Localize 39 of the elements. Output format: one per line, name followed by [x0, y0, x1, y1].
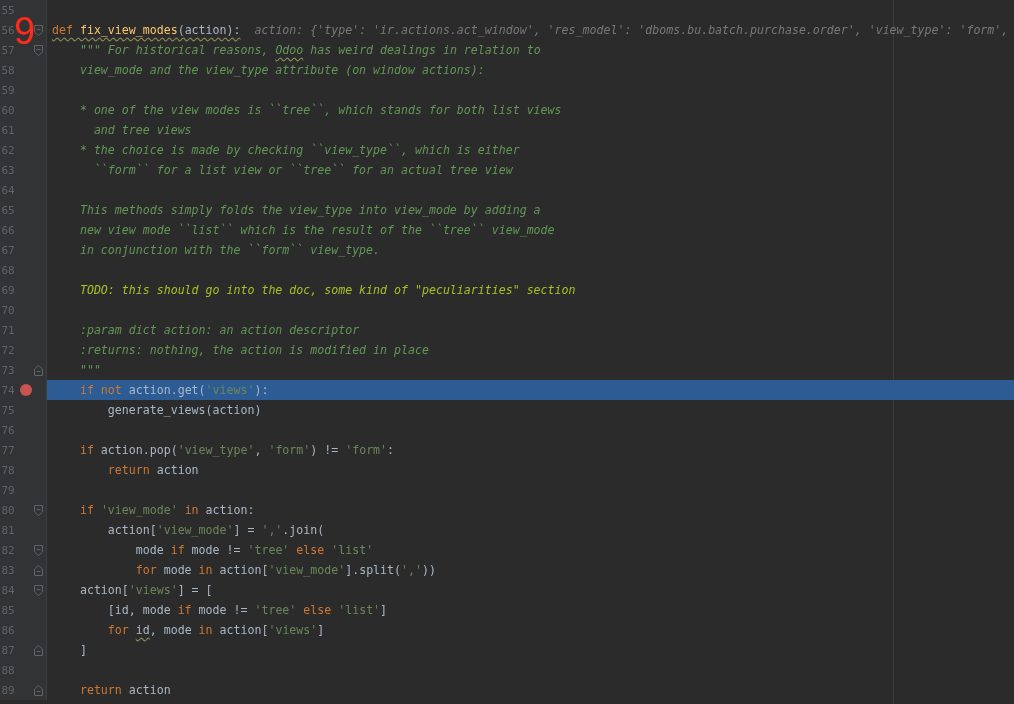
code-line: if not action.get('views'): [78, 383, 269, 397]
code-line: for id, mode in action['views'] [106, 623, 325, 637]
code-line: ] [78, 643, 87, 657]
code-line: :returns: nothing, the action is modified in place [78, 343, 429, 357]
code-line: ``form`` for a list view or ``tree`` for an actual tree view [92, 163, 513, 177]
fold-icon[interactable] [34, 24, 44, 36]
code-line: in conjunction with the ``form`` view_type. [78, 243, 381, 257]
code-line: def fix_view_modes(action): [52, 23, 241, 37]
code-line: This methods simply folds the view_type into view_mode by adding a [78, 203, 541, 217]
code-line: return action [78, 683, 171, 697]
unfold-icon[interactable] [34, 564, 44, 576]
fold-icon[interactable] [34, 544, 44, 556]
code-line: * one of the view modes is ``tree``, which stands for both list views [78, 103, 562, 117]
code-line: """ [78, 363, 101, 377]
unfold-icon[interactable] [34, 364, 44, 376]
code-line: if action.pop('view_type', 'form') != 'form': [78, 443, 395, 457]
code-line: :param dict action: an action descriptor [78, 323, 360, 337]
fold-icon[interactable] [34, 504, 44, 516]
code-line: return action [106, 463, 199, 477]
fold-icon[interactable] [34, 44, 44, 56]
code-line: TODO: this should go into the doc, some kind of "peculiarities" section [78, 283, 576, 297]
fold-icon[interactable] [34, 584, 44, 596]
code-line: generate_views(action) [106, 403, 262, 417]
unfold-icon[interactable] [34, 684, 44, 696]
unfold-icon[interactable] [34, 644, 44, 656]
code-line: action['view_mode'] = ','.join( [106, 523, 325, 537]
code-line: [id, mode if mode != 'tree' else 'list'] [106, 603, 388, 617]
code-line: if 'view_mode' in action: [78, 503, 255, 517]
code-line: mode if mode != 'tree' else 'list' [134, 543, 374, 557]
inline-hint: action: {'type': 'ir.actions.act_window', 'res_model': 'dboms.bu.batch.purchase.order', 'view_type': 'form', [254, 23, 1009, 37]
code-line: and tree views [92, 123, 192, 137]
annotation-number: 9 [14, 12, 36, 50]
code-line: new view mode ``list`` which is the result of the ``tree`` view_mode [78, 223, 555, 237]
code-line: """ For historical reasons, Odoo has weird dealings in relation to [78, 43, 541, 57]
breakpoint-icon[interactable] [20, 384, 33, 396]
code-line: for mode in action['view_mode'].split(',')) [134, 563, 436, 577]
code-line: action['views'] = [ [78, 583, 213, 597]
code-line: view_mode and the view_type attribute (on window actions): [78, 63, 485, 77]
code-line: * the choice is made by checking ``view_type``, which is either [78, 143, 520, 157]
